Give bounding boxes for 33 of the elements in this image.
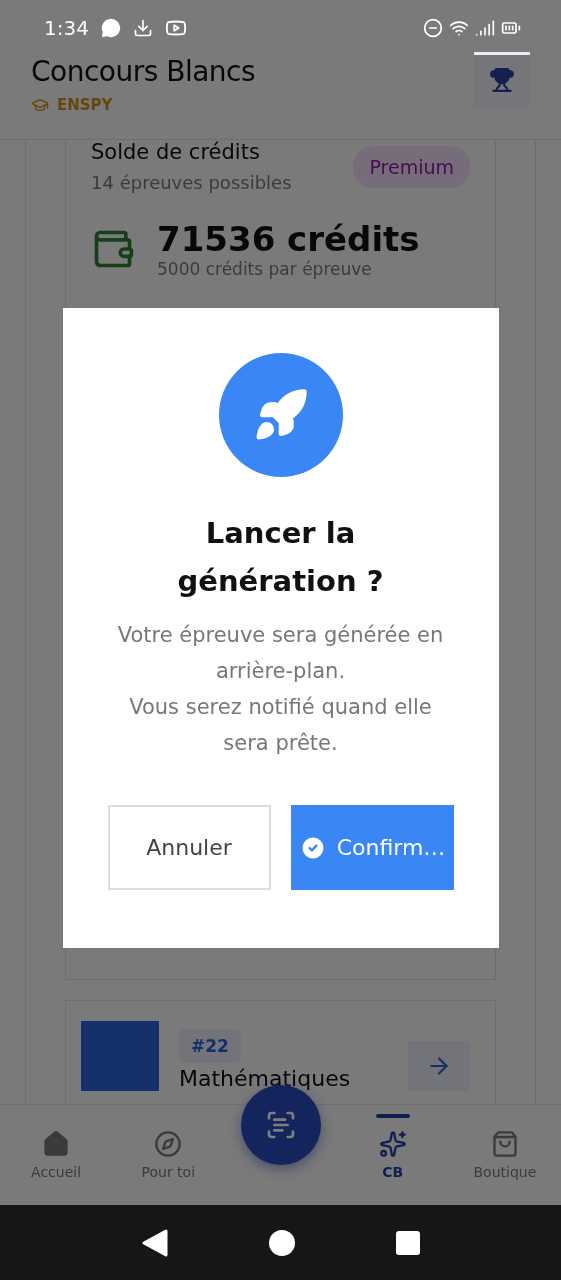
credit-amount: 71536 crédits (157, 219, 420, 259)
page-title: Concours Blancs (31, 55, 256, 88)
nav-tab[interactable]: Boutique (448, 1120, 561, 1190)
exam-number: #22 (179, 1029, 241, 1063)
nav-tab[interactable]: Pour toi (112, 1120, 225, 1190)
dialog-message: Vous serez notifié quand elle sera prête. (128, 694, 433, 757)
download-icon (132, 17, 153, 38)
home-circle-icon[interactable] (267, 1228, 296, 1257)
school-icon (31, 96, 49, 114)
nav-tab[interactable]: CB (336, 1120, 449, 1190)
nav-tab[interactable]: Accueil (0, 1120, 113, 1190)
card-title: Solde de crédits (91, 140, 261, 164)
do-not-disturb-icon (423, 17, 443, 38)
credit-note: 5000 crédits par épreuve (157, 259, 373, 279)
compass-icon (154, 1130, 183, 1158)
recents-icon[interactable] (395, 1230, 420, 1255)
confirm-button[interactable]: Confirm… (290, 805, 454, 890)
back-icon[interactable] (141, 1228, 168, 1257)
school-label: ENSPY (57, 96, 113, 114)
sparkle-chart-icon (378, 1130, 407, 1158)
dialog-title: Lancer la génération ? (176, 515, 385, 600)
active-indicator (375, 1114, 410, 1118)
chat-icon (100, 17, 121, 38)
trophy-button[interactable] (474, 52, 530, 108)
status-time: 1:34 (44, 15, 89, 40)
home-icon (42, 1130, 71, 1158)
card-subtitle: 14 épreuves possibles (91, 172, 292, 193)
trophy-icon (489, 67, 515, 93)
shopping-bag-icon (490, 1130, 519, 1158)
subject-title: Mathématiques (179, 1066, 352, 1091)
dialog-message: Votre épreuve sera générée en arrière-plan. (116, 622, 445, 685)
plan-badge: Premium (353, 145, 470, 188)
cancel-button[interactable]: Annuler (107, 805, 271, 890)
